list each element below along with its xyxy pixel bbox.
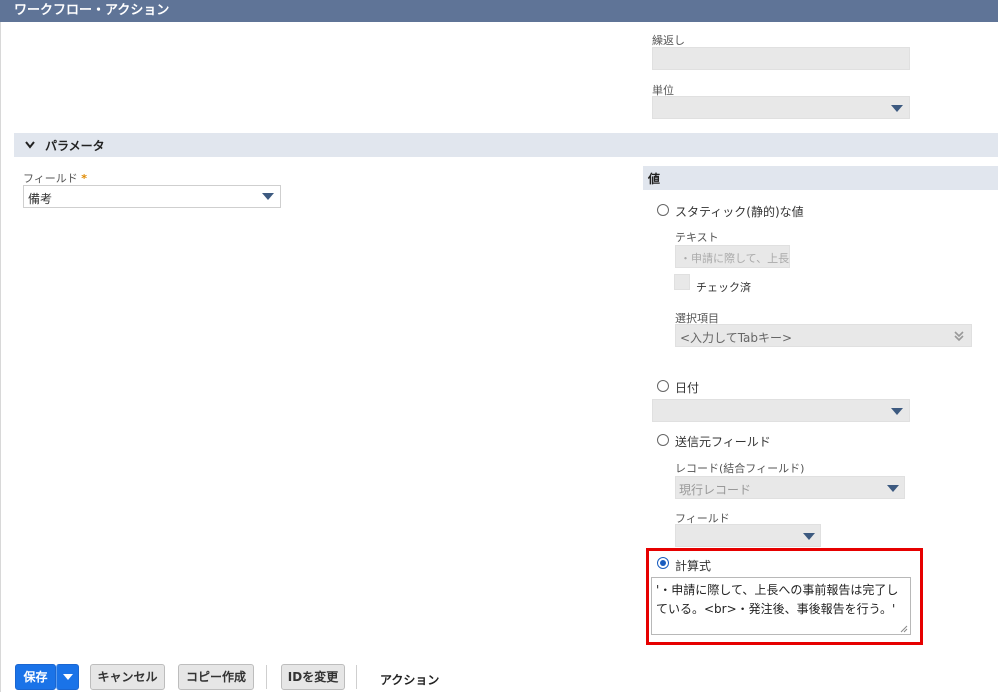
field-select-value: 備考: [28, 192, 53, 206]
chevron-down-icon: [25, 141, 35, 149]
copy-button[interactable]: コピー作成: [178, 664, 254, 690]
action-menu[interactable]: アクション: [380, 671, 439, 688]
parameters-section-title: パラメータ: [45, 139, 105, 153]
date-label: 日付: [675, 381, 700, 395]
field-select[interactable]: 備考: [23, 185, 281, 208]
select-item-multiselect[interactable]: <入力してTabキー>: [675, 324, 972, 347]
record-select-value: 現行レコード: [679, 483, 752, 497]
formula-label: 計算式: [675, 559, 712, 573]
sender-field-label: 送信元フィールド: [675, 435, 771, 449]
save-button[interactable]: 保存: [15, 664, 56, 690]
button-divider: [356, 665, 357, 689]
left-border: [0, 22, 1, 692]
chevron-down-icon: [63, 674, 73, 680]
required-mark: *: [81, 172, 88, 185]
double-chevron-down-icon: [954, 331, 964, 342]
record-select[interactable]: 現行レコード: [675, 476, 905, 499]
change-id-button[interactable]: IDを変更: [281, 664, 345, 690]
record-label: レコード(結合フィールド): [675, 462, 805, 475]
date-select[interactable]: [652, 399, 910, 422]
date-radio[interactable]: [657, 380, 669, 392]
save-options-button[interactable]: [56, 664, 79, 690]
parameters-section-header[interactable]: パラメータ: [14, 133, 998, 157]
text-label: テキスト: [675, 231, 719, 244]
chevron-down-icon: [891, 105, 903, 112]
field-label: フィールド *: [23, 170, 87, 186]
cancel-button[interactable]: キャンセル: [90, 664, 165, 690]
repeat-label: 繰返し: [652, 34, 685, 47]
checked-checkbox-label: チェック済: [696, 281, 751, 294]
value-header-title: 値: [648, 172, 661, 186]
sender-field-radio[interactable]: [657, 434, 669, 446]
sender-subfield-select[interactable]: [675, 524, 821, 547]
unit-select[interactable]: [652, 96, 910, 119]
window-title: ワークフロー・アクション: [0, 0, 998, 22]
text-input[interactable]: ・申請に際して、上長: [675, 245, 790, 268]
text-input-value: ・申請に際して、上長: [680, 252, 790, 265]
select-item-placeholder: <入力してTabキー>: [680, 331, 793, 345]
button-divider: [266, 665, 267, 689]
chevron-down-icon: [887, 485, 899, 492]
static-value-label: スタティック(静的)な値: [675, 205, 804, 219]
formula-textarea[interactable]: '・申請に際して、上長への事前報告は完了している。<br>・発注後、事後報告を行…: [651, 577, 911, 635]
chevron-down-icon: [262, 193, 274, 200]
repeat-input[interactable]: [652, 47, 910, 70]
static-value-radio[interactable]: [657, 204, 669, 216]
chevron-down-icon: [803, 533, 815, 540]
value-header: 値: [643, 166, 998, 190]
resize-handle-icon[interactable]: [900, 625, 908, 633]
checked-checkbox[interactable]: [674, 274, 690, 290]
formula-radio[interactable]: [657, 557, 669, 569]
field-label-text: フィールド: [23, 172, 78, 185]
chevron-down-icon: [891, 408, 903, 415]
